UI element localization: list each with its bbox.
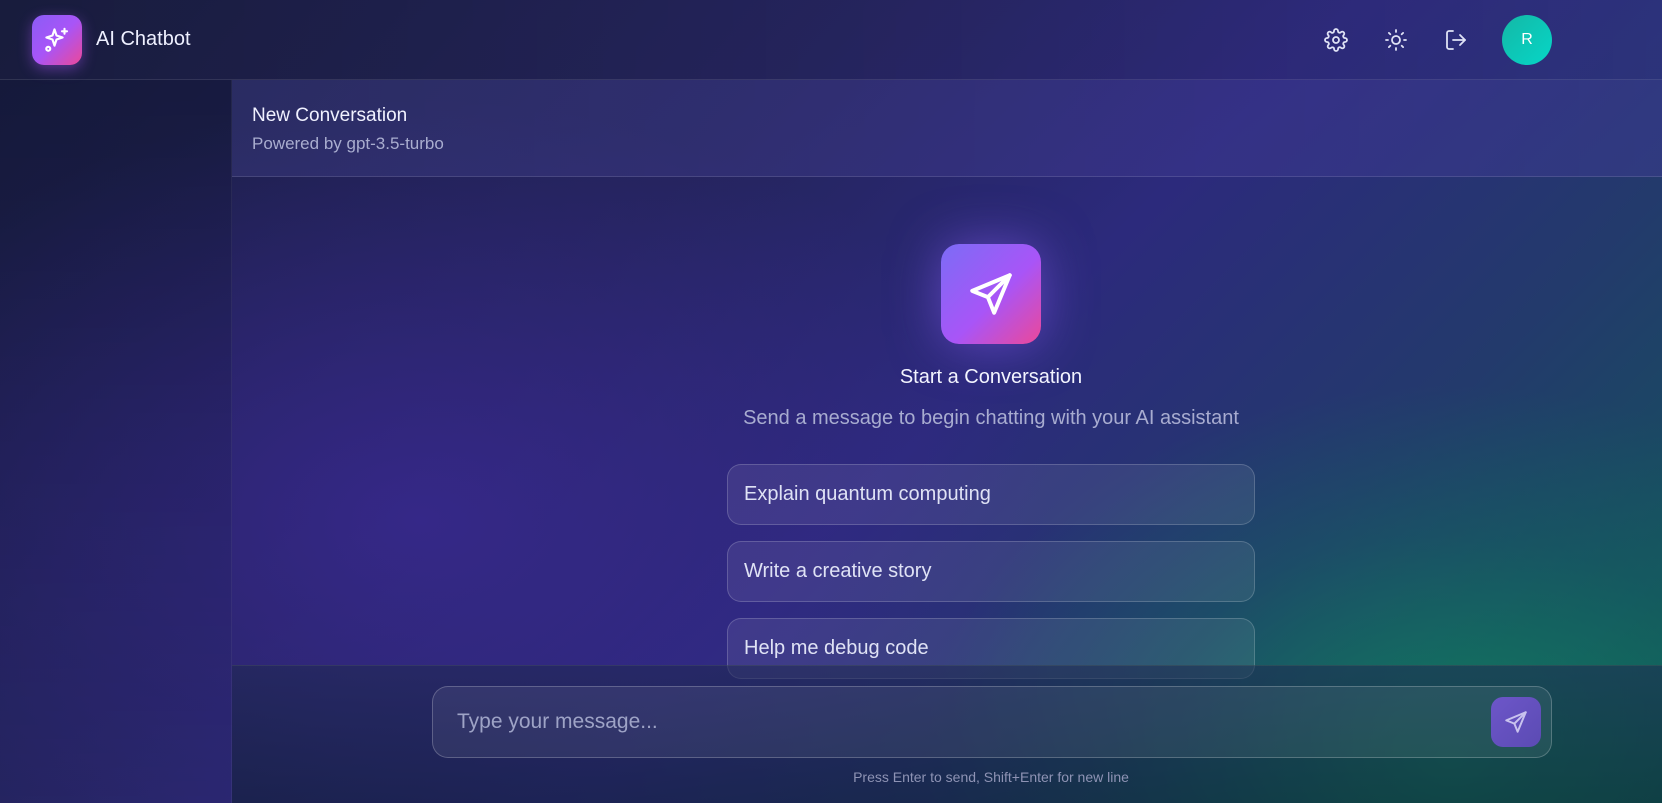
- theme-toggle-button[interactable]: [1380, 24, 1412, 56]
- empty-state-subtitle: Send a message to begin chatting with yo…: [743, 407, 1239, 429]
- sun-icon: [1385, 29, 1407, 51]
- empty-state-icon: [941, 244, 1041, 344]
- gear-icon: [1324, 28, 1348, 52]
- sparkles-icon: [45, 27, 69, 52]
- model-label: Powered by gpt-3.5-turbo: [252, 134, 444, 153]
- suggestion-button[interactable]: Explain quantum computing: [727, 464, 1255, 525]
- conversation-title: New Conversation: [252, 105, 408, 126]
- app-title: AI Chatbot: [96, 28, 191, 50]
- composer-hint: Press Enter to send, Shift+Enter for new…: [853, 769, 1129, 785]
- sidebar: [0, 80, 232, 803]
- settings-button[interactable]: [1320, 24, 1352, 56]
- suggestion-button[interactable]: Write a creative story: [727, 541, 1255, 602]
- empty-state-title: Start a Conversation: [899, 366, 1083, 388]
- send-icon: [970, 273, 1012, 315]
- user-avatar[interactable]: R: [1502, 15, 1552, 65]
- logout-button[interactable]: [1440, 24, 1472, 56]
- send-icon: [1505, 711, 1527, 733]
- send-button[interactable]: [1491, 697, 1541, 747]
- app-logo: [32, 15, 82, 65]
- conversation-header: New Conversation Powered by gpt-3.5-turb…: [232, 80, 1662, 177]
- logout-icon: [1446, 30, 1466, 50]
- top-bar: AI Chatbot R: [0, 0, 1662, 80]
- message-input[interactable]: [457, 687, 1467, 757]
- message-composer: [432, 686, 1552, 758]
